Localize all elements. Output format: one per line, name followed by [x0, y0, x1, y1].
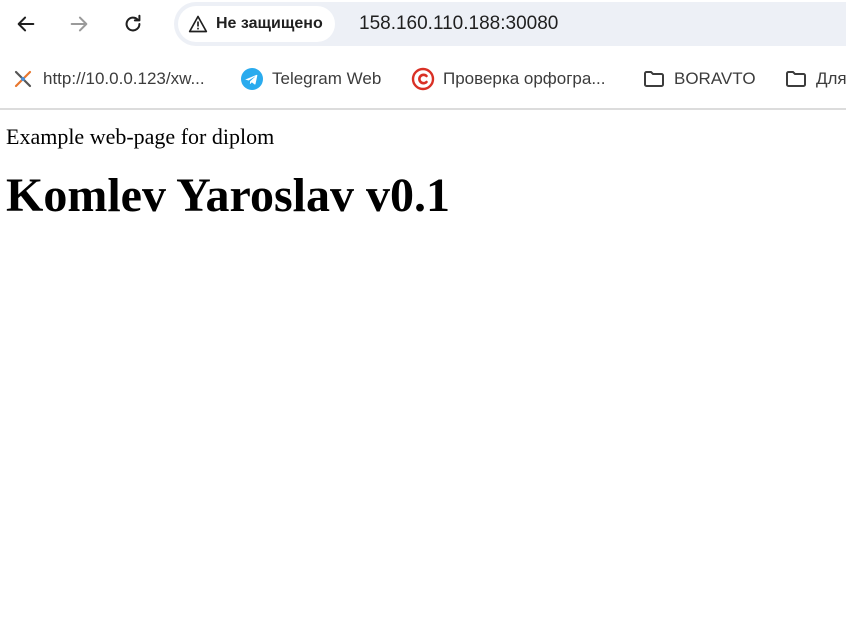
security-label: Не защищено	[216, 15, 323, 32]
page-text: Example web-page for diplom	[6, 124, 275, 149]
bookmark-folder[interactable]: Для	[784, 66, 846, 92]
folder-icon	[786, 71, 806, 87]
tool-icon	[14, 70, 32, 88]
forward-button[interactable]	[59, 4, 99, 44]
arrow-left-icon	[17, 16, 35, 32]
security-chip[interactable]: Не защищено	[178, 6, 335, 42]
telegram-icon	[241, 68, 263, 90]
url-text[interactable]: 158.160.110.188:30080	[359, 13, 558, 35]
copyright-icon	[411, 67, 435, 91]
bookmark-item[interactable]: http://10.0.0.123/xw...	[11, 66, 205, 92]
back-button[interactable]	[6, 4, 46, 44]
bookmark-label: Telegram Web	[272, 69, 382, 88]
address-bar[interactable]: Не защищено 158.160.110.188:30080	[174, 2, 846, 46]
browser-toolbar: Не защищено 158.160.110.188:30080	[0, 0, 846, 48]
bookmark-item[interactable]: Проверка орфогра...	[411, 66, 606, 92]
bookmark-label: Проверка орфогра...	[443, 69, 606, 88]
page-heading: Komlev Yaroslav v0.1	[6, 169, 450, 222]
folder-icon	[644, 71, 664, 87]
bookmarks-bar: http://10.0.0.123/xw... Telegram Web Про…	[0, 60, 846, 98]
reload-icon	[125, 14, 141, 32]
page-content: Example web-page for diplom Komlev Yaros…	[6, 110, 840, 223]
bookmark-label: Для	[816, 69, 846, 88]
bookmark-item[interactable]: Telegram Web	[240, 66, 381, 92]
bookmark-label: http://10.0.0.123/xw...	[43, 69, 205, 88]
reload-button[interactable]	[113, 4, 153, 44]
bookmark-folder[interactable]: BORAVTO	[642, 66, 756, 92]
warning-icon	[188, 15, 208, 33]
arrow-right-icon	[70, 16, 88, 32]
bookmark-label: BORAVTO	[674, 69, 756, 88]
